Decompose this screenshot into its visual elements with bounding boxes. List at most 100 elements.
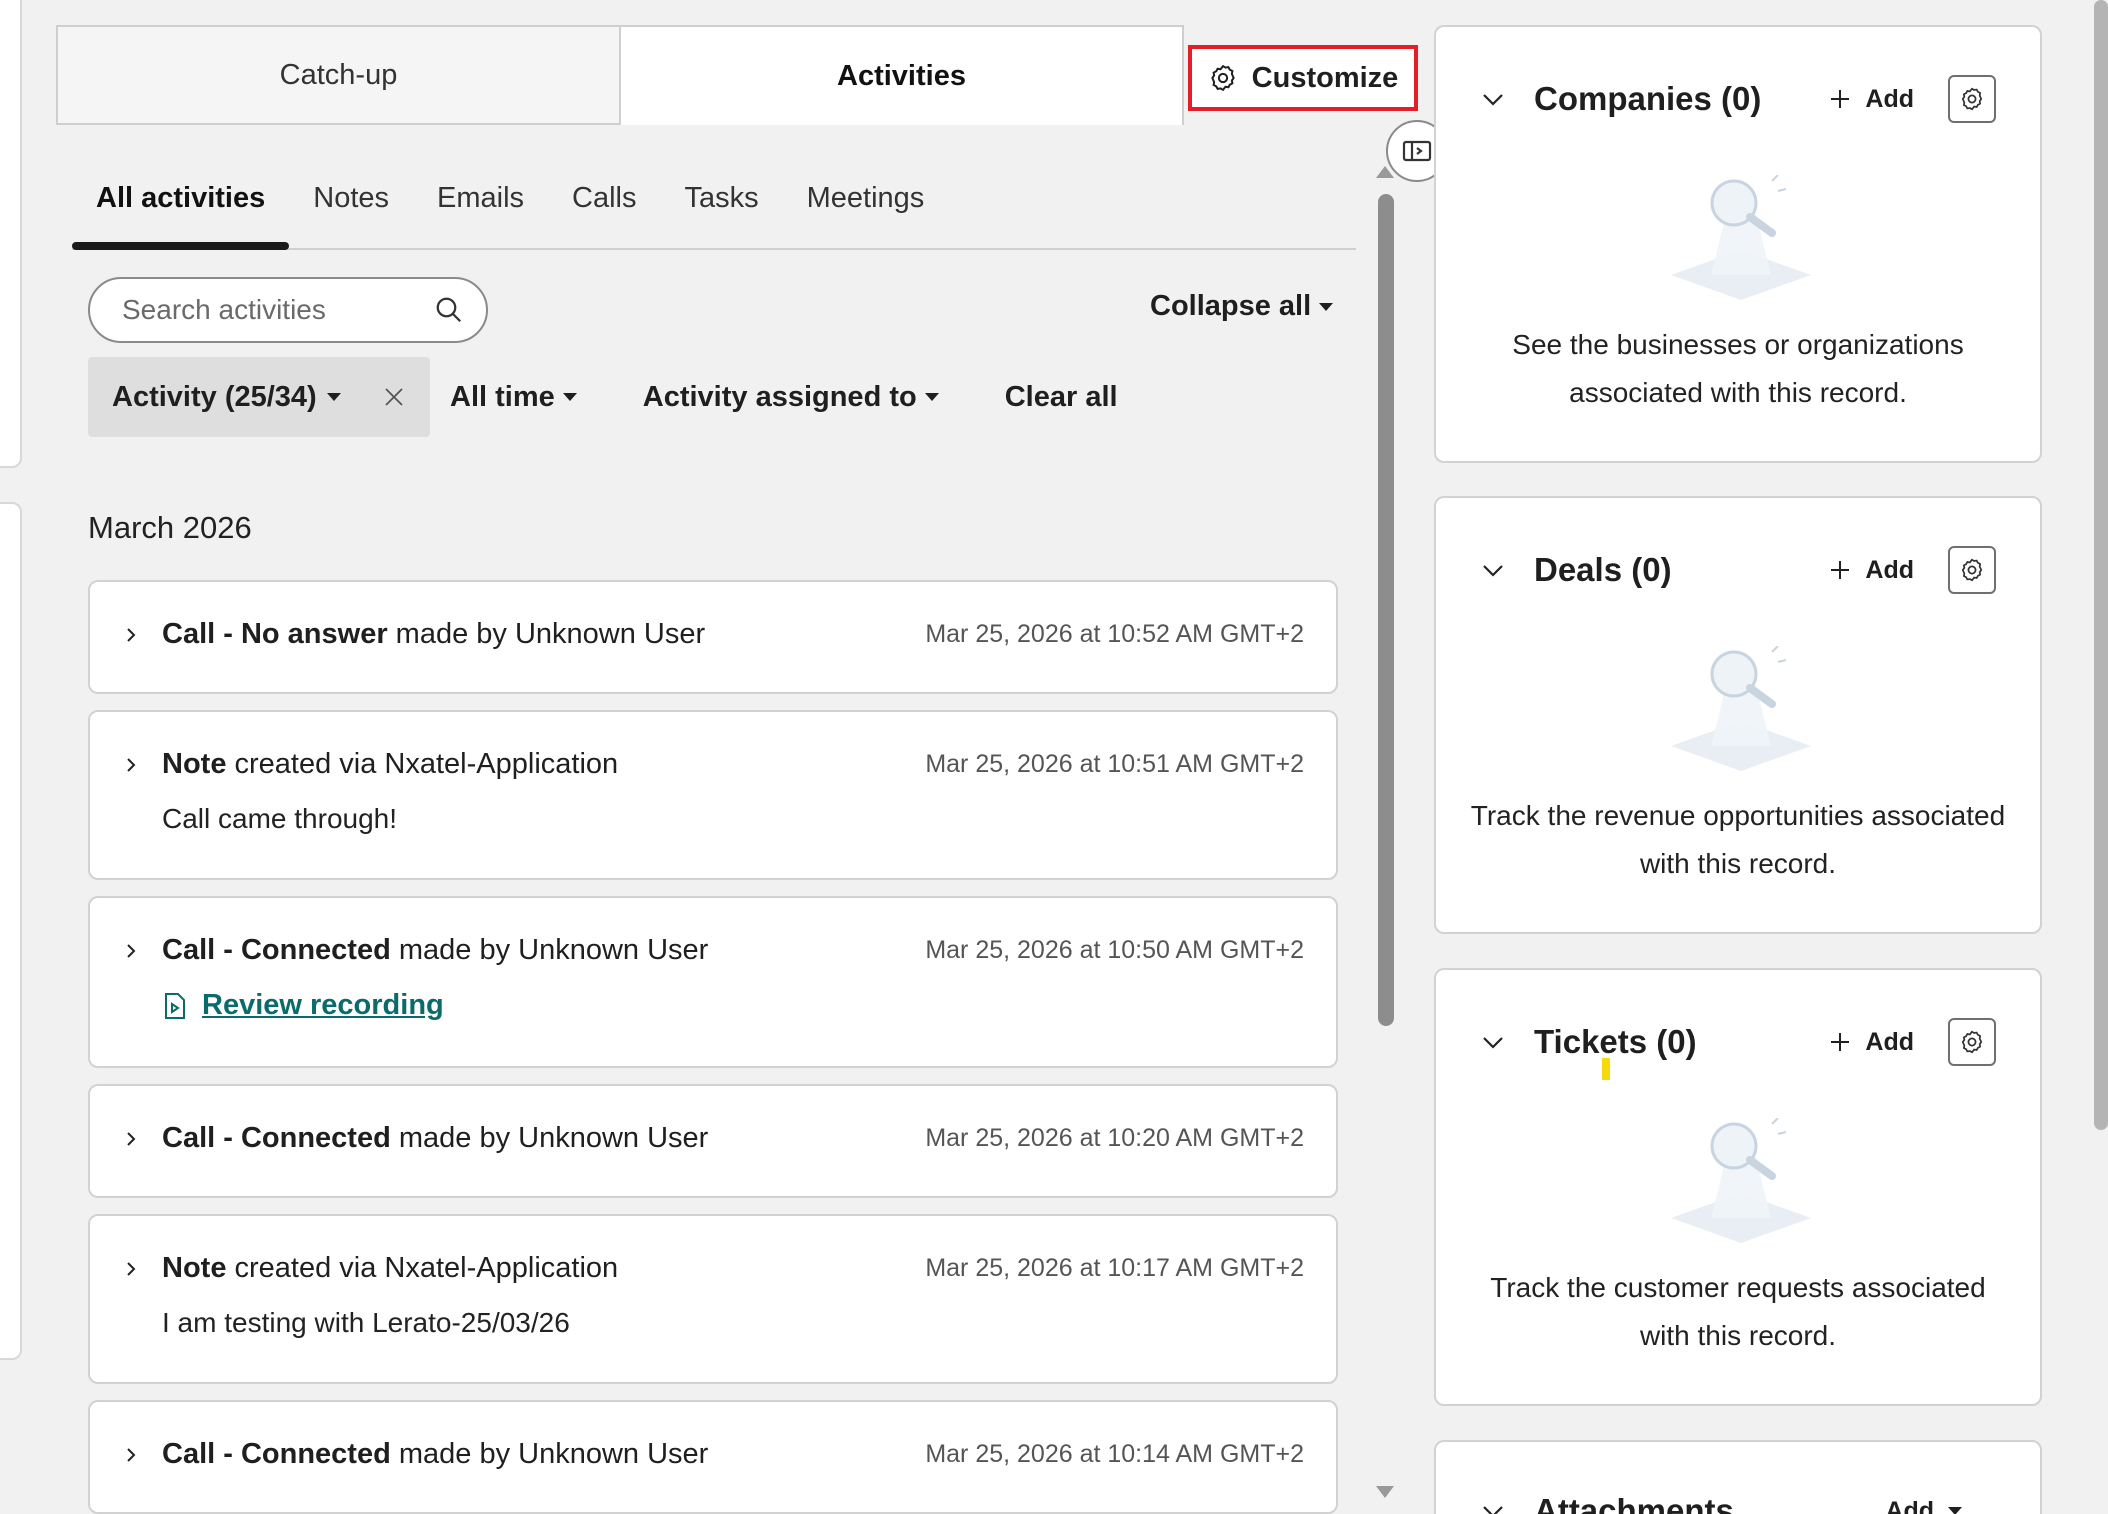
deals-add-button[interactable]: Add	[1829, 556, 1914, 585]
review-recording-link[interactable]: Review recording	[162, 989, 1304, 1022]
caret-down-icon	[562, 393, 577, 401]
companies-add-button[interactable]: Add	[1829, 85, 1914, 114]
caret-down-icon	[326, 393, 341, 401]
assigned-filter-label: Activity assigned to	[642, 380, 917, 413]
chevron-right-icon[interactable]	[122, 756, 140, 774]
close-icon[interactable]	[382, 385, 406, 409]
activity-timestamp: Mar 25, 2026 at 10:20 AM GMT+2	[925, 1124, 1304, 1152]
subtab-tasks[interactable]: Tasks	[661, 170, 783, 248]
activity-filter-chip[interactable]: Activity (25/34)	[88, 357, 430, 437]
customize-label: Customize	[1251, 61, 1399, 94]
time-filter-label: All time	[450, 380, 555, 413]
cursor-marker	[1602, 1058, 1610, 1080]
plus-icon	[1831, 561, 1850, 579]
tickets-description: Track the customer requests associated w…	[1490, 1272, 1986, 1351]
activity-list: Call - No answer made by Unknown User Ma…	[88, 580, 1338, 1514]
activity-sub-tabs: All activities Notes Emails Calls Tasks …	[72, 170, 1356, 250]
attachments-card: Attachments Add	[1434, 1440, 2042, 1514]
tab-activities[interactable]: Activities	[621, 27, 1182, 125]
companies-description: See the businesses or organizations asso…	[1512, 329, 1964, 408]
activity-timestamp: Mar 25, 2026 at 10:51 AM GMT+2	[925, 750, 1304, 778]
activity-timestamp: Mar 25, 2026 at 10:14 AM GMT+2	[925, 1440, 1304, 1468]
search-icon[interactable]	[434, 295, 464, 325]
activity-title: Note created via Nxatel-Application	[162, 748, 619, 780]
companies-title: Companies (0)	[1534, 80, 1762, 117]
search-input[interactable]	[122, 294, 402, 326]
collapse-all-dropdown[interactable]: Collapse all	[1150, 290, 1334, 323]
chevron-down-icon[interactable]	[1480, 1498, 1506, 1514]
activity-card[interactable]: Call - No answer made by Unknown User Ma…	[88, 580, 1338, 694]
tickets-card: Tickets (0) Add Track the customer reque…	[1434, 968, 2042, 1406]
activity-title: Call - Connected made by Unknown User	[162, 934, 709, 966]
deals-title: Deals (0)	[1534, 551, 1672, 588]
activity-card[interactable]: Note created via Nxatel-Application Mar …	[88, 710, 1338, 880]
activity-timestamp: Mar 25, 2026 at 10:50 AM GMT+2	[925, 936, 1304, 964]
activity-title: Call - Connected made by Unknown User	[162, 1122, 709, 1154]
deals-description: Track the revenue opportunities associat…	[1470, 800, 2006, 879]
plus-icon	[1831, 90, 1850, 108]
add-label: Add	[1865, 84, 1914, 113]
customize-button[interactable]: Customize	[1188, 45, 1418, 111]
add-label: Add	[1865, 555, 1914, 584]
left-edge-card	[0, 0, 22, 468]
chevron-right-icon[interactable]	[122, 626, 140, 644]
companies-settings-button[interactable]	[1948, 75, 1996, 123]
time-filter-dropdown[interactable]: All time	[450, 381, 577, 414]
activity-timestamp: Mar 25, 2026 at 10:17 AM GMT+2	[925, 1254, 1304, 1282]
chevron-right-icon[interactable]	[122, 1260, 140, 1278]
caret-down-icon	[1948, 1507, 1962, 1514]
chevron-down-icon[interactable]	[1480, 86, 1506, 112]
empty-search-illustration	[1671, 175, 1811, 300]
chevron-down-icon[interactable]	[1480, 557, 1506, 583]
review-recording-label: Review recording	[202, 989, 444, 1021]
gear-icon	[1961, 87, 1983, 111]
clear-all-button[interactable]: Clear all	[1005, 381, 1118, 414]
filter-bar: Activity (25/34) All time Activity assig…	[88, 357, 1118, 437]
month-heading: March 2026	[88, 510, 252, 545]
activity-card[interactable]: Call - Connected made by Unknown User Ma…	[88, 896, 1338, 1068]
add-label: Add	[1885, 1496, 1934, 1514]
subtab-calls[interactable]: Calls	[548, 170, 660, 248]
subtab-all-activities[interactable]: All activities	[72, 170, 290, 250]
activity-body: Call came through!	[162, 803, 398, 834]
deals-settings-button[interactable]	[1948, 546, 1996, 594]
add-label: Add	[1865, 1027, 1914, 1056]
caret-down-icon	[1319, 302, 1334, 311]
assigned-filter-dropdown[interactable]: Activity assigned to	[643, 381, 939, 414]
empty-search-illustration	[1671, 1118, 1811, 1243]
collapse-all-label: Collapse all	[1150, 290, 1312, 322]
activity-body: I am testing with Lerato-25/03/26	[162, 1307, 570, 1338]
gear-icon	[1961, 558, 1983, 582]
scroll-up-arrow[interactable]	[1376, 166, 1394, 178]
left-edge-card	[0, 502, 22, 1360]
scroll-down-arrow[interactable]	[1376, 1486, 1394, 1498]
subtab-meetings[interactable]: Meetings	[783, 170, 949, 248]
subtab-emails[interactable]: Emails	[413, 170, 548, 248]
activity-title: Note created via Nxatel-Application	[162, 1252, 619, 1284]
attachments-title: Attachments	[1534, 1492, 1734, 1514]
activity-card[interactable]: Note created via Nxatel-Application Mar …	[88, 1214, 1338, 1384]
empty-search-illustration	[1671, 646, 1811, 771]
page-scrollbar[interactable]	[2094, 0, 2108, 1130]
tab-catch-up[interactable]: Catch-up	[58, 27, 621, 125]
attachments-add-dropdown[interactable]: Add	[1885, 1497, 1962, 1514]
activity-filter-label: Activity (25/34)	[112, 380, 317, 413]
companies-card: Companies (0) Add See the businesses or …	[1434, 25, 2042, 463]
gear-icon	[1961, 1030, 1983, 1054]
gear-icon	[1210, 64, 1235, 92]
chevron-right-icon[interactable]	[122, 1446, 140, 1464]
chevron-right-icon[interactable]	[122, 942, 140, 960]
tickets-add-button[interactable]: Add	[1829, 1028, 1914, 1057]
scrollbar-thumb[interactable]	[1378, 194, 1394, 1026]
activity-card[interactable]: Call - Connected made by Unknown User Ma…	[88, 1400, 1338, 1514]
activity-title: Call - Connected made by Unknown User	[162, 1438, 709, 1470]
recording-file-icon	[165, 992, 185, 1019]
subtab-notes[interactable]: Notes	[289, 170, 413, 248]
tickets-title: Tickets (0)	[1534, 1023, 1697, 1060]
sidebar-toggle-icon	[1402, 140, 1432, 162]
tickets-settings-button[interactable]	[1948, 1018, 1996, 1066]
deals-card: Deals (0) Add Track the revenue opportun…	[1434, 496, 2042, 934]
chevron-down-icon[interactable]	[1480, 1029, 1506, 1055]
chevron-right-icon[interactable]	[122, 1130, 140, 1148]
activity-card[interactable]: Call - Connected made by Unknown User Ma…	[88, 1084, 1338, 1198]
